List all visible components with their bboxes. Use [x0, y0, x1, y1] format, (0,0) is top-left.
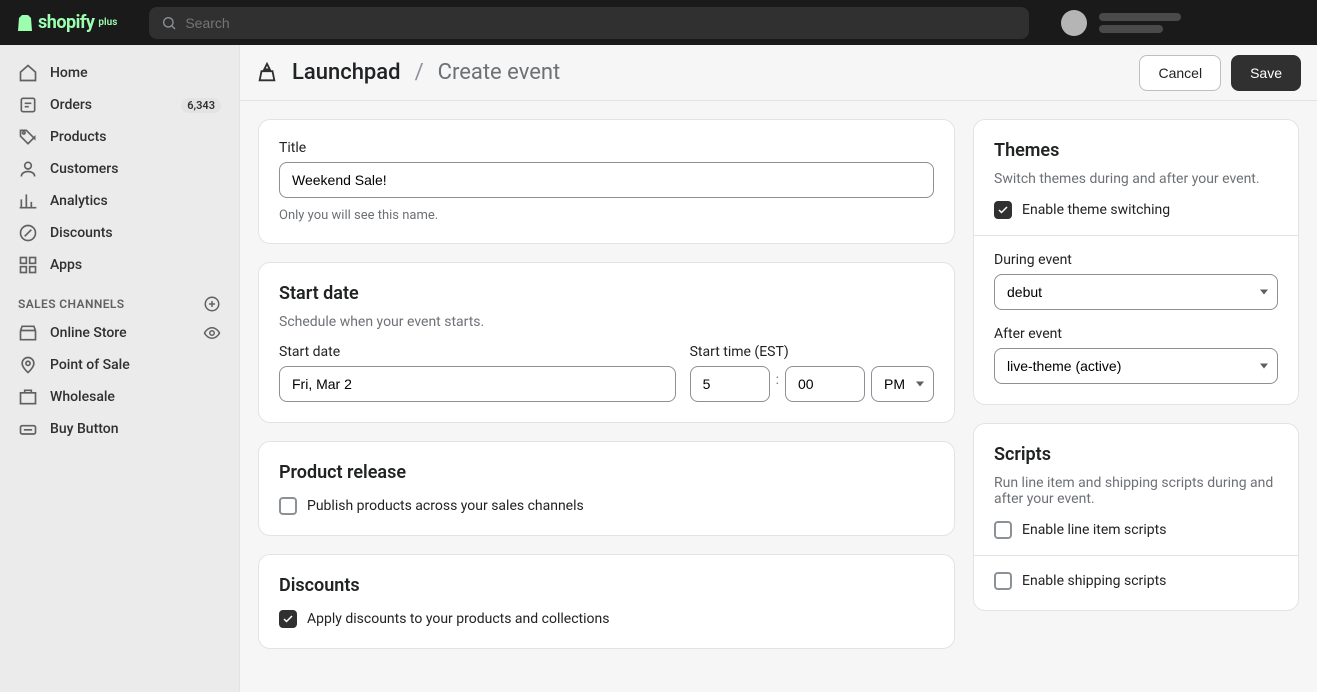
date-label: Start date: [279, 344, 676, 360]
channels-title-text: SALES CHANNELS: [18, 297, 125, 311]
date-input[interactable]: [279, 366, 676, 402]
scripts-heading: Scripts: [994, 444, 1278, 465]
user-icon: [18, 159, 38, 179]
title-label: Title: [279, 140, 934, 156]
check-icon: [997, 204, 1009, 216]
channel-wholesale[interactable]: Wholesale: [8, 381, 231, 413]
nav-label: Orders: [50, 97, 92, 113]
discounts-heading: Discounts: [279, 575, 934, 596]
themes-card: Themes Switch themes during and after yo…: [973, 119, 1299, 405]
apply-discounts-checkbox[interactable]: [279, 610, 297, 628]
sidebar: Home Orders 6,343 Products Customers Ana…: [0, 45, 240, 692]
wholesale-icon: [18, 387, 38, 407]
nav-orders[interactable]: Orders 6,343: [8, 89, 231, 121]
apps-icon: [18, 255, 38, 275]
start-date-heading: Start date: [279, 283, 934, 304]
during-label: During event: [994, 252, 1278, 268]
nav-label: Customers: [50, 161, 118, 177]
channels-section-title: SALES CHANNELS: [8, 281, 231, 317]
after-label: After event: [994, 326, 1278, 342]
user-block[interactable]: [1061, 10, 1181, 36]
product-release-card: Product release Publish products across …: [258, 441, 955, 536]
breadcrumb-current: Create event: [438, 60, 561, 85]
scripts-sub: Run line item and shipping scripts durin…: [994, 475, 1278, 507]
nav-label: Home: [50, 65, 88, 81]
nav-analytics[interactable]: Analytics: [8, 185, 231, 217]
time-label: Start time (EST): [690, 344, 934, 360]
nav-label: Products: [50, 129, 107, 145]
channel-online-store[interactable]: Online Store: [8, 317, 231, 349]
title-card: Title Only you will see this name.: [258, 119, 955, 244]
tag-icon: [18, 127, 38, 147]
orders-icon: [18, 95, 38, 115]
nav-customers[interactable]: Customers: [8, 153, 231, 185]
themes-sub: Switch themes during and after your even…: [994, 171, 1278, 187]
scripts-card: Scripts Run line item and shipping scrip…: [973, 423, 1299, 611]
enable-line-item-scripts-checkbox[interactable]: [994, 521, 1012, 539]
nav-label: Apps: [50, 257, 82, 273]
enable-shipping-scripts-checkbox[interactable]: [994, 572, 1012, 590]
logo-text: shopify: [38, 12, 94, 33]
eye-icon[interactable]: [203, 324, 221, 342]
minute-input[interactable]: [785, 366, 865, 402]
nav-products[interactable]: Products: [8, 121, 231, 153]
after-theme-select[interactable]: live-theme (active): [994, 348, 1278, 384]
product-release-heading: Product release: [279, 462, 934, 483]
title-help: Only you will see this name.: [279, 208, 934, 223]
check-icon: [282, 613, 294, 625]
logo[interactable]: shopify plus: [16, 12, 117, 33]
main: Launchpad / Create event Cancel Save Tit…: [240, 45, 1317, 692]
orders-badge: 6,343: [181, 98, 221, 113]
hour-input[interactable]: [690, 366, 770, 402]
themes-heading: Themes: [994, 140, 1278, 161]
enable-shipping-scripts-label: Enable shipping scripts: [1022, 573, 1166, 589]
buy-button-icon: [18, 419, 38, 439]
enable-theme-switching-label: Enable theme switching: [1022, 202, 1170, 218]
breadcrumb-sep: /: [415, 60, 424, 85]
publish-products-checkbox[interactable]: [279, 497, 297, 515]
apply-discounts-label: Apply discounts to your products and col…: [307, 611, 609, 627]
enable-line-item-scripts-label: Enable line item scripts: [1022, 522, 1166, 538]
add-channel-icon[interactable]: [203, 295, 221, 313]
breadcrumb-app[interactable]: Launchpad: [292, 60, 401, 85]
discount-icon: [18, 223, 38, 243]
search-wrap[interactable]: [149, 7, 1029, 39]
during-theme-select[interactable]: debut: [994, 274, 1278, 310]
nav-home[interactable]: Home: [8, 57, 231, 89]
channel-buy-button[interactable]: Buy Button: [8, 413, 231, 445]
breadcrumb-bar: Launchpad / Create event Cancel Save: [240, 45, 1317, 101]
title-input[interactable]: [279, 162, 934, 198]
start-date-sub: Schedule when your event starts.: [279, 314, 934, 330]
nav-label: Buy Button: [50, 421, 119, 437]
user-name-skeleton: [1099, 13, 1181, 33]
nav-discounts[interactable]: Discounts: [8, 217, 231, 249]
nav-apps[interactable]: Apps: [8, 249, 231, 281]
search-input[interactable]: [185, 15, 1017, 31]
search-icon: [161, 15, 177, 31]
nav-label: Wholesale: [50, 389, 115, 405]
launchpad-icon: [256, 62, 278, 84]
logo-suffix: plus: [98, 17, 117, 28]
shopify-bag-icon: [16, 13, 34, 33]
discounts-card: Discounts Apply discounts to your produc…: [258, 554, 955, 649]
nav-label: Discounts: [50, 225, 113, 241]
home-icon: [18, 63, 38, 83]
ampm-select[interactable]: PM: [871, 366, 934, 402]
nav-label: Analytics: [50, 193, 108, 209]
pin-icon: [18, 355, 38, 375]
cancel-button[interactable]: Cancel: [1139, 55, 1221, 91]
enable-theme-switching-checkbox[interactable]: [994, 201, 1012, 219]
nav-label: Point of Sale: [50, 357, 130, 373]
store-icon: [18, 323, 38, 343]
nav-label: Online Store: [50, 325, 127, 341]
publish-products-label: Publish products across your sales chann…: [307, 498, 584, 514]
time-colon: :: [776, 372, 779, 396]
channel-pos[interactable]: Point of Sale: [8, 349, 231, 381]
topbar: shopify plus: [0, 0, 1317, 45]
save-button[interactable]: Save: [1231, 55, 1301, 91]
avatar: [1061, 10, 1087, 36]
analytics-icon: [18, 191, 38, 211]
start-date-card: Start date Schedule when your event star…: [258, 262, 955, 423]
